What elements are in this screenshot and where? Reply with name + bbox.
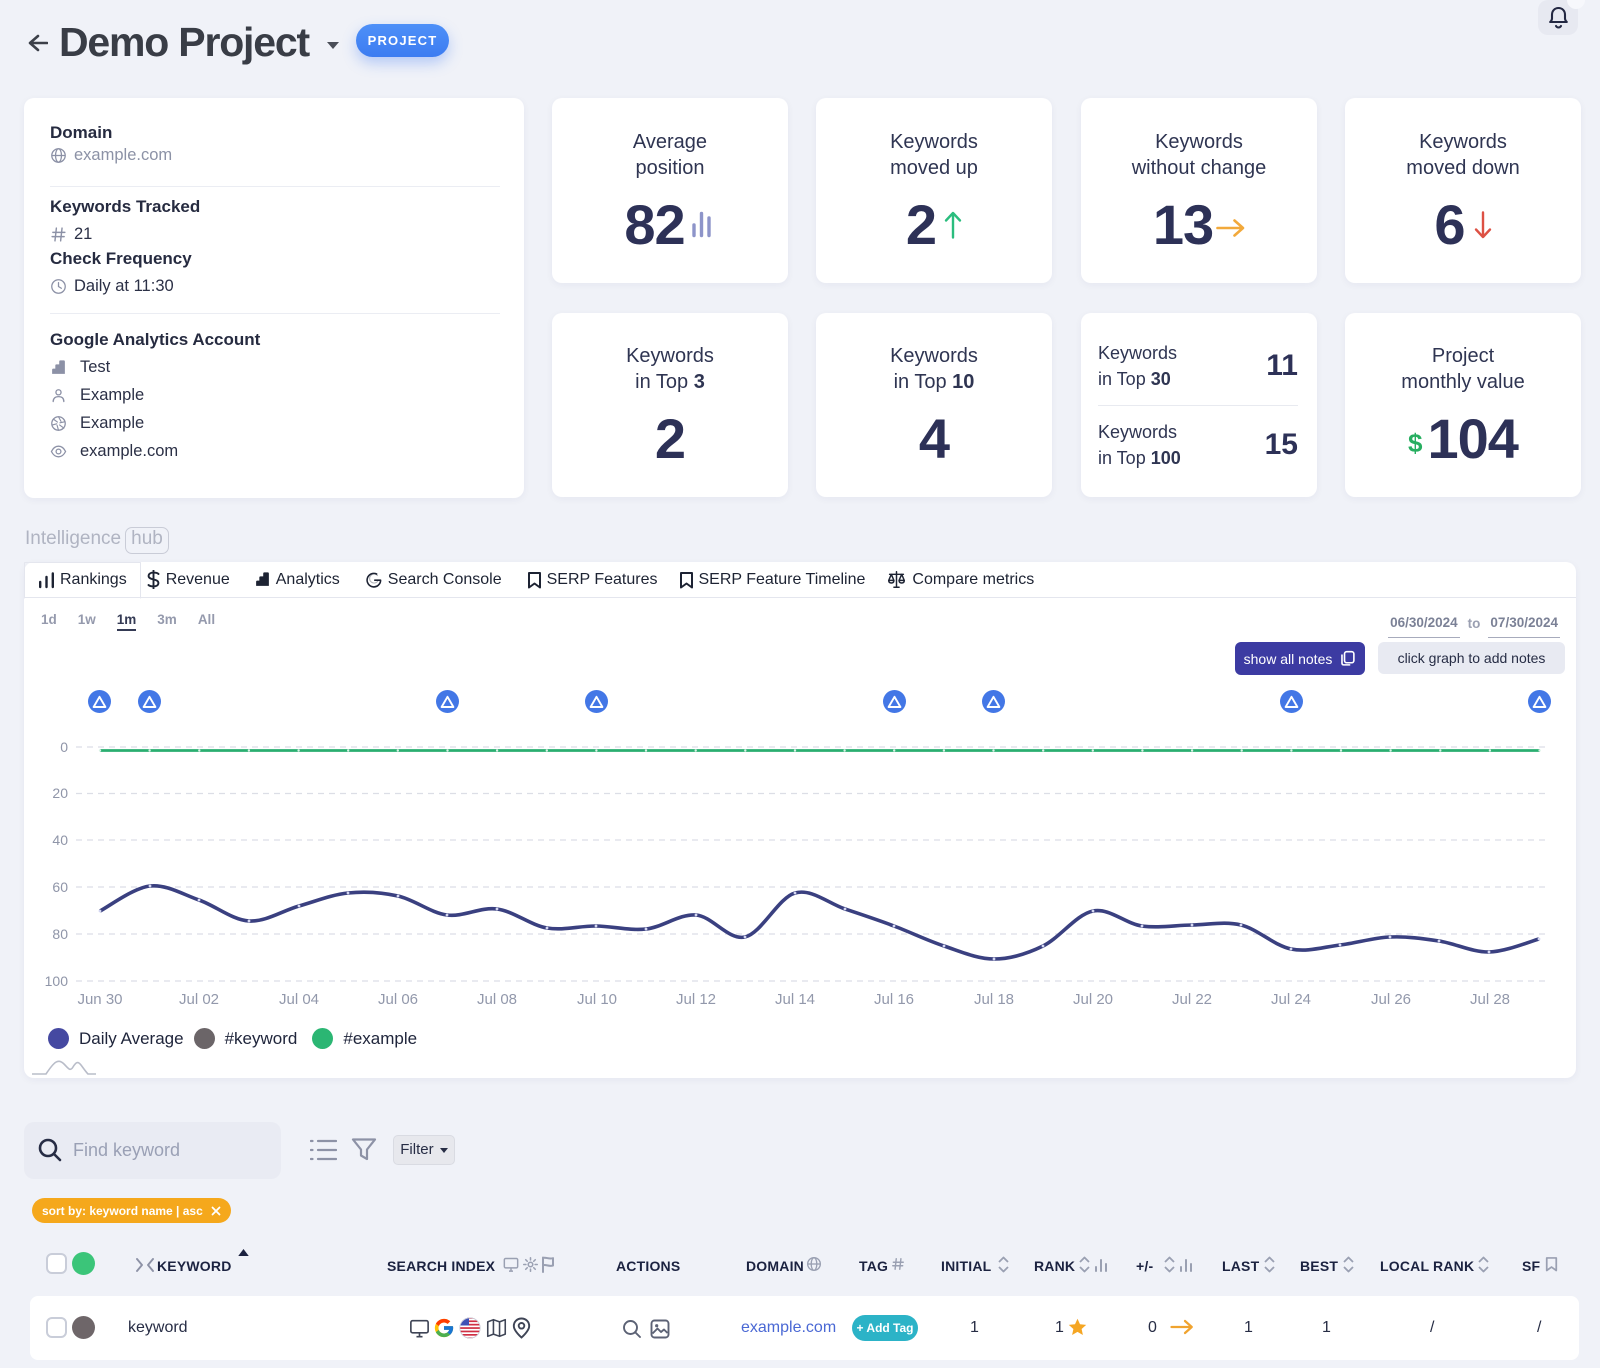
- svg-text:Jul 16: Jul 16: [874, 991, 914, 1008]
- svg-text:Jul 14: Jul 14: [775, 991, 815, 1008]
- svg-text:Jul 04: Jul 04: [279, 991, 319, 1008]
- svg-text:Jul 02: Jul 02: [179, 991, 219, 1008]
- svg-text:Jul 22: Jul 22: [1172, 991, 1212, 1008]
- svg-text:Jul 20: Jul 20: [1073, 991, 1113, 1008]
- svg-text:Jul 24: Jul 24: [1271, 991, 1311, 1008]
- svg-text:Jul 08: Jul 08: [477, 991, 517, 1008]
- svg-text:Jul 06: Jul 06: [378, 991, 418, 1008]
- svg-text:80: 80: [52, 926, 68, 942]
- svg-text:Jul 18: Jul 18: [974, 991, 1014, 1008]
- svg-text:Jul 12: Jul 12: [676, 991, 716, 1008]
- svg-text:20: 20: [52, 785, 68, 801]
- svg-text:Jun 30: Jun 30: [77, 991, 122, 1008]
- svg-text:60: 60: [52, 879, 68, 895]
- svg-text:Jul 26: Jul 26: [1371, 991, 1411, 1008]
- svg-text:40: 40: [52, 832, 68, 848]
- svg-text:0: 0: [60, 739, 68, 755]
- svg-text:Jul 28: Jul 28: [1470, 991, 1510, 1008]
- svg-text:100: 100: [45, 973, 69, 989]
- svg-text:Jul 10: Jul 10: [577, 991, 617, 1008]
